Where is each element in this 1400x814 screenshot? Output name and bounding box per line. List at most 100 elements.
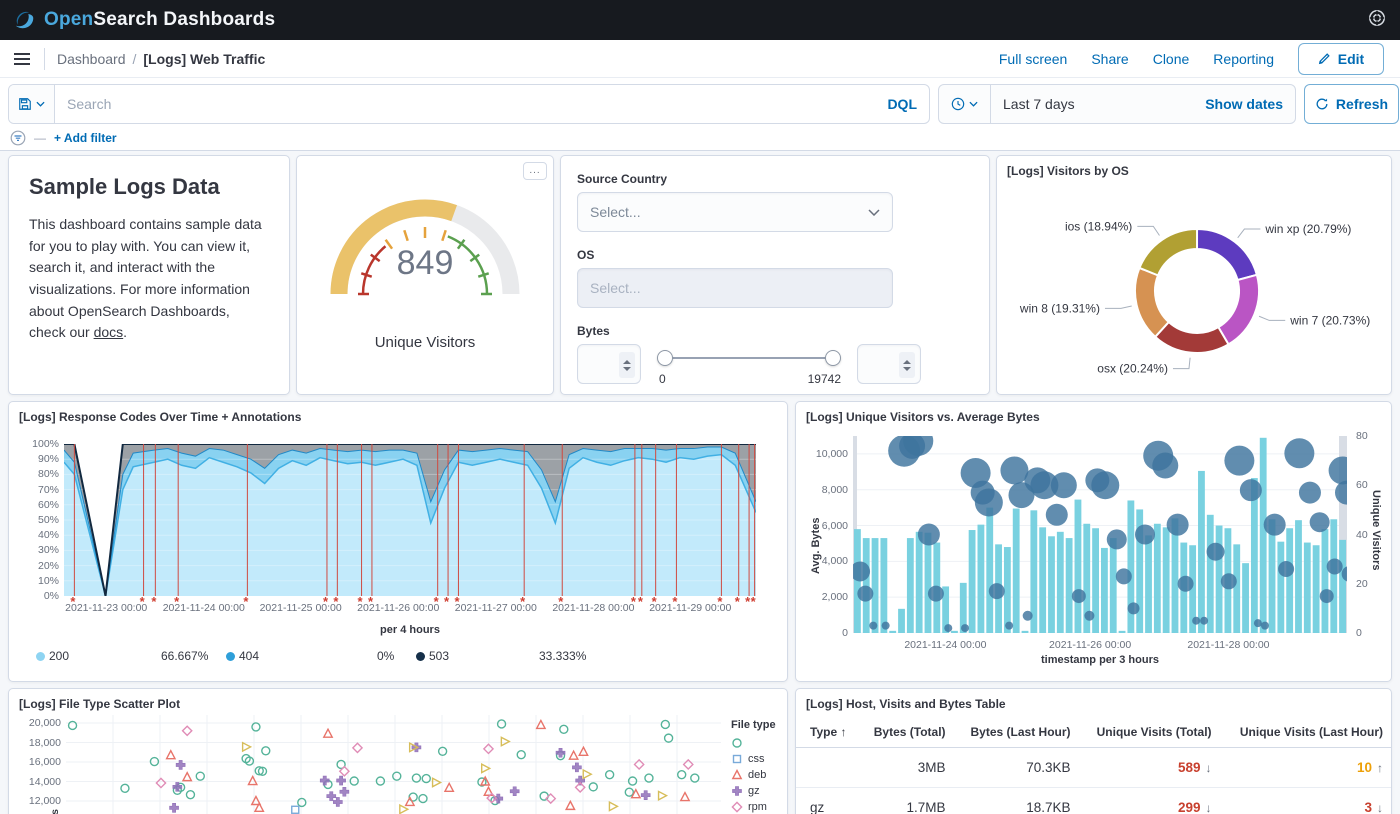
share-link[interactable]: Share — [1091, 51, 1128, 67]
y-tick-label: 20,000 — [17, 717, 61, 729]
y-axis-title: Sum of bytes — [49, 809, 61, 814]
annotation-asterisk: * — [434, 594, 439, 609]
slider-handle-max[interactable] — [825, 350, 841, 366]
breadcrumb-dashboard[interactable]: Dashboard — [57, 51, 126, 67]
filter-bar: — + Add filter — [0, 126, 1400, 150]
legend-label[interactable]: 404 — [239, 649, 259, 663]
y-tick-label: 12,000 — [17, 795, 61, 807]
annotation-asterisk: * — [174, 594, 179, 609]
right-tick-label: 60 — [1356, 479, 1368, 491]
column-header-type[interactable]: Type ↑ — [796, 715, 859, 748]
y-tick-label: 14,000 — [17, 776, 61, 788]
legend-dot — [36, 652, 45, 661]
slider-min-value: 0 — [659, 372, 666, 386]
legend-label[interactable]: 200 — [49, 649, 69, 663]
source-country-label: Source Country — [577, 172, 973, 186]
donut-slice-ios[interactable] — [1139, 229, 1197, 275]
annotation-asterisk: * — [631, 594, 636, 609]
add-filter-button[interactable]: + Add filter — [54, 131, 117, 145]
file-type-scatter-chart[interactable] — [66, 715, 721, 814]
markdown-heading: Sample Logs Data — [29, 174, 269, 200]
menu-icon[interactable] — [10, 47, 34, 71]
number-stepper[interactable] — [899, 352, 915, 378]
dql-button[interactable]: DQL — [875, 96, 929, 112]
slider-handle-min[interactable] — [657, 350, 673, 366]
column-header-unique-visits-total-[interactable]: Unique Visits (Total) — [1079, 715, 1220, 748]
search-input[interactable] — [55, 96, 875, 112]
panel-options-button[interactable]: ... — [523, 162, 547, 180]
y-tick-label: 100% — [17, 438, 59, 450]
legend-value: 0% — [377, 649, 394, 663]
annotation-asterisk: * — [358, 594, 363, 609]
x-tick-label: 2021-11-24 00:00 — [154, 602, 254, 614]
clone-link[interactable]: Clone — [1153, 51, 1190, 67]
annotation-asterisk: * — [558, 594, 563, 609]
legend-value: 66.667% — [161, 649, 208, 663]
visitors-by-os-donut-chart[interactable]: win xp (20.79%)win 7 (20.73%)osx (20.24%… — [997, 178, 1391, 390]
x-tick-label: 2021-11-28 00:00 — [1173, 639, 1283, 651]
breadcrumb: Dashboard / [Logs] Web Traffic — [57, 51, 265, 67]
donut-slice-osx[interactable] — [1155, 322, 1228, 353]
annotation-asterisk: * — [333, 594, 338, 609]
annotation-asterisk: * — [368, 594, 373, 609]
annotation-asterisk: * — [638, 594, 643, 609]
annotation-asterisk: * — [151, 594, 156, 609]
panel-title: [Logs] Host, Visits and Bytes Table — [796, 689, 1391, 711]
column-header-bytes-total-[interactable]: Bytes (Total) — [859, 715, 954, 748]
y-tick-label: 16,000 — [17, 756, 61, 768]
column-header-unique-visits-last-hour-[interactable]: Unique Visits (Last Hour) — [1220, 715, 1391, 748]
full-screen-link[interactable]: Full screen — [999, 51, 1067, 67]
legend-item[interactable]: rpm — [731, 799, 776, 814]
right-tick-label: 80 — [1356, 430, 1368, 442]
query-bar: DQL Last 7 days Show dates Refresh — [0, 78, 1400, 126]
donut-slice-win-7[interactable] — [1218, 275, 1259, 345]
visitors-vs-bytes-chart[interactable] — [853, 436, 1347, 633]
legend-item[interactable]: deb — [731, 767, 776, 783]
y-tick-label: 70% — [17, 484, 59, 496]
legend-item[interactable] — [731, 735, 776, 751]
table-row[interactable]: 3MB70.3KB589↓10↑ — [796, 748, 1391, 788]
left-tick-label: 10,000 — [806, 448, 848, 460]
panel-visitors-by-os: [Logs] Visitors by OS win xp (20.79%)win… — [996, 155, 1392, 395]
donut-slice-win-8[interactable] — [1135, 268, 1169, 337]
edit-button[interactable]: Edit — [1298, 43, 1384, 75]
number-stepper[interactable] — [619, 352, 635, 378]
filter-icon[interactable] — [10, 130, 26, 146]
refresh-button[interactable]: Refresh — [1304, 84, 1399, 124]
panel-title: [Logs] File Type Scatter Plot — [9, 689, 787, 711]
legend-label[interactable]: 503 — [429, 649, 449, 663]
opensearch-logo[interactable]: OpenSearch Dashboards — [14, 9, 275, 31]
legend-item[interactable]: css — [731, 751, 776, 767]
svg-text:849: 849 — [397, 244, 454, 282]
column-header-bytes-last-hour-[interactable]: Bytes (Last Hour) — [954, 715, 1079, 748]
os-label: OS — [577, 248, 973, 262]
gauge-chart[interactable]: 849 — [305, 170, 545, 312]
table-row[interactable]: gz1.7MB18.7KB299↓3↓ — [796, 788, 1391, 814]
reporting-link[interactable]: Reporting — [1213, 51, 1274, 67]
time-quick-select-button[interactable] — [939, 85, 991, 123]
clock-icon — [951, 97, 965, 111]
docs-link[interactable]: docs — [94, 324, 124, 340]
annotation-asterisk: * — [323, 594, 328, 609]
source-country-select[interactable]: Select... — [577, 192, 893, 232]
panel-visitors-vs-bytes: [Logs] Unique Visitors vs. Average Bytes… — [795, 401, 1392, 682]
response-codes-plot[interactable] — [64, 444, 756, 596]
y-tick-label: 20% — [17, 560, 59, 572]
saved-queries-button[interactable] — [9, 85, 55, 123]
x-tick-label: 2021-11-27 00:00 — [446, 602, 546, 614]
pencil-icon — [1318, 52, 1331, 65]
show-dates-button[interactable]: Show dates — [1193, 96, 1295, 112]
time-range-value[interactable]: Last 7 days — [991, 96, 1087, 112]
bytes-max-input[interactable] — [857, 344, 921, 384]
annotation-asterisk: * — [751, 594, 756, 609]
svg-text:osx (20.24%): osx (20.24%) — [1097, 362, 1168, 376]
x-axis-title: per 4 hours — [64, 624, 756, 636]
legend-item[interactable]: gz — [731, 783, 776, 799]
divider — [44, 48, 45, 70]
panel-title: [Logs] Response Codes Over Time + Annota… — [9, 402, 787, 424]
help-icon[interactable] — [1368, 9, 1386, 27]
bytes-min-input[interactable] — [577, 344, 641, 384]
legend-value: 33.333% — [539, 649, 586, 663]
donut-slice-win-xp[interactable] — [1197, 229, 1257, 280]
save-icon — [18, 97, 32, 111]
